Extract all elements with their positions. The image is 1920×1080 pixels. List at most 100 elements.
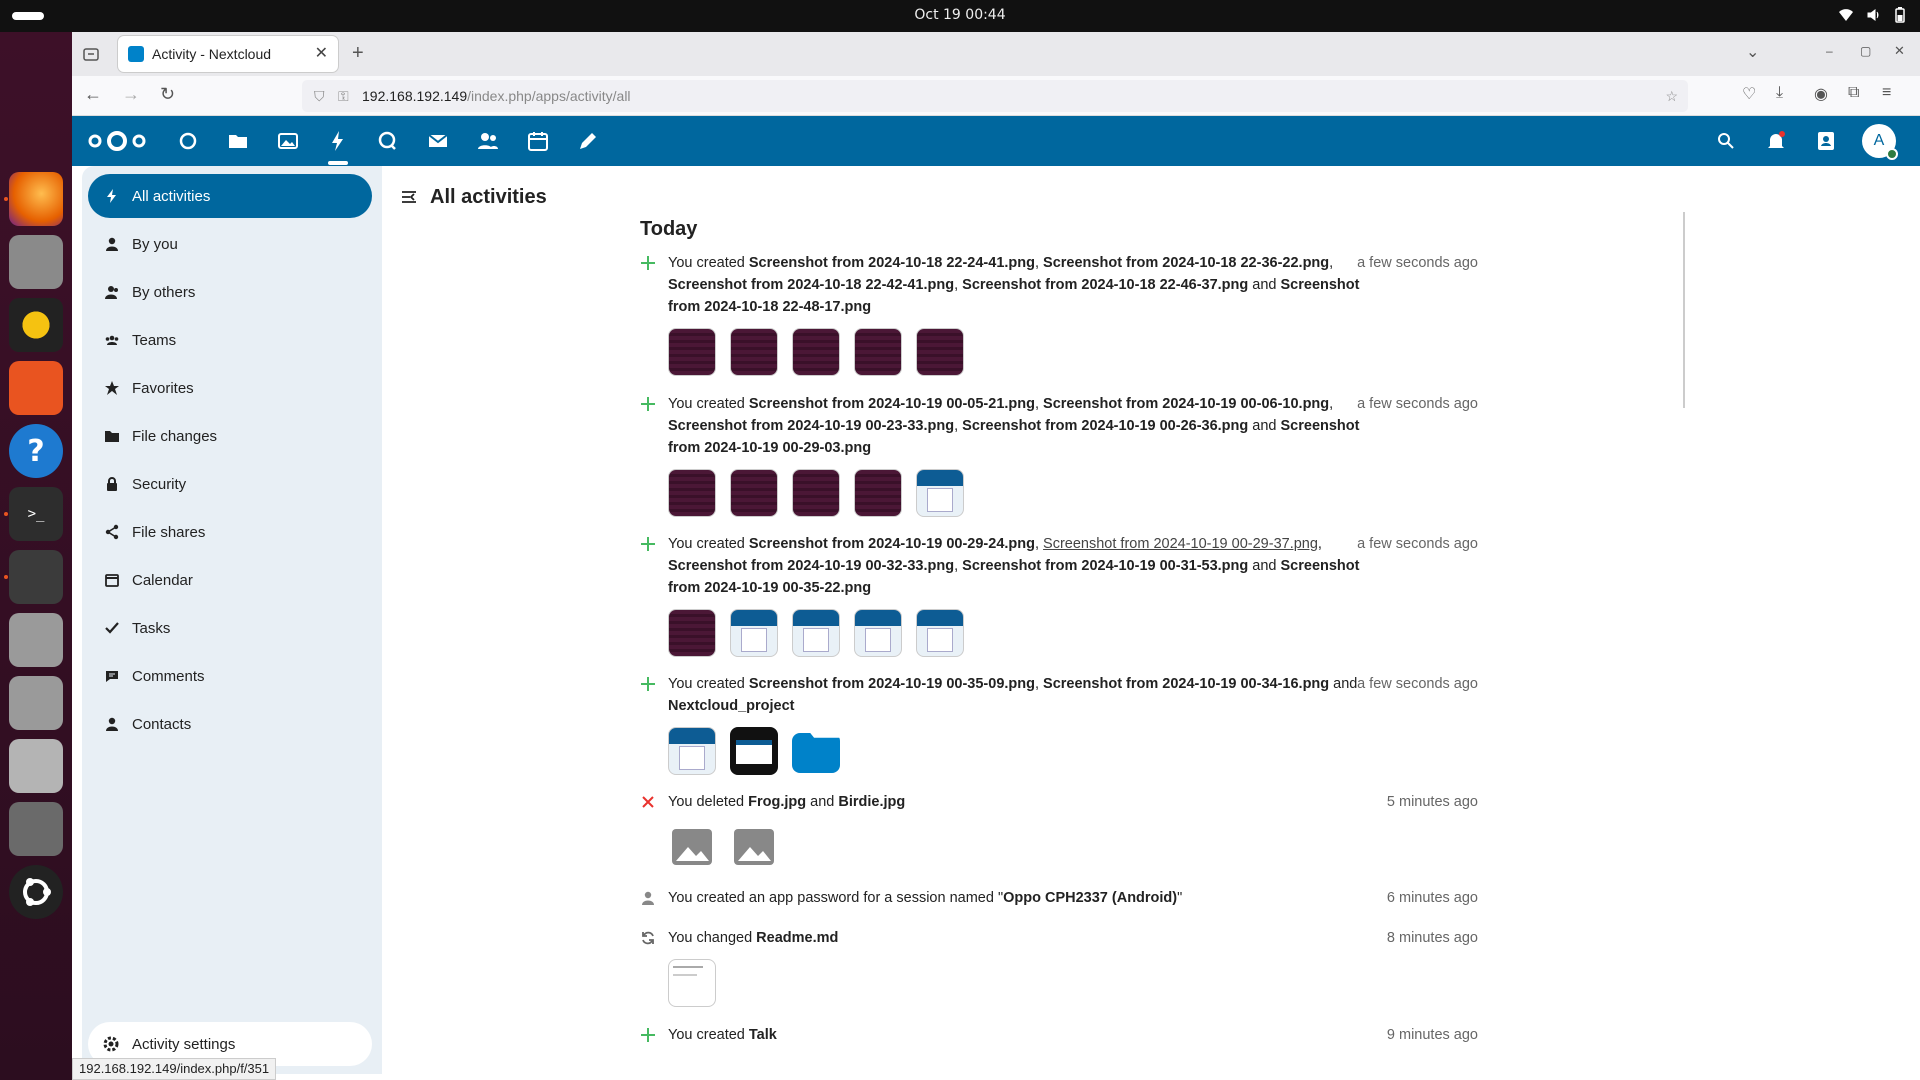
photos-icon[interactable]	[276, 129, 300, 153]
file-link[interactable]: Screenshot from 2024-10-18 22-24-41.png	[749, 255, 1035, 271]
window-close-icon[interactable]: ✕	[1894, 43, 1905, 59]
folder-thumbnail[interactable]	[792, 733, 840, 773]
image-placeholder-icon[interactable]	[668, 823, 716, 871]
dashboard-icon[interactable]	[176, 129, 200, 153]
activity-timestamp[interactable]: 9 minutes ago	[1340, 1024, 1478, 1046]
sidebar-item-comments[interactable]: Comments	[88, 654, 372, 698]
file-thumbnail[interactable]	[668, 469, 716, 517]
url-bar[interactable]: ⛉ ⚿ 192.168.192.149/index.php/apps/activ…	[302, 80, 1688, 112]
user-avatar[interactable]: A	[1862, 124, 1898, 160]
files-icon[interactable]	[9, 235, 63, 289]
sidebar-item-all-activities[interactable]: All activities	[88, 174, 372, 218]
file-link[interactable]: Screenshot from 2024-10-19 00-26-36.png	[962, 418, 1248, 434]
pocket-icon[interactable]: ♡	[1742, 84, 1756, 104]
file-link[interactable]: Screenshot from 2024-10-18 22-42-41.png	[668, 277, 954, 293]
file-thumbnail[interactable]	[792, 469, 840, 517]
software-updater-icon[interactable]	[9, 550, 63, 604]
maximize-icon[interactable]: ▢	[1860, 44, 1871, 58]
forward-icon[interactable]: →	[122, 84, 140, 105]
mail-icon[interactable]	[426, 129, 450, 153]
activity-icon[interactable]	[326, 129, 350, 153]
files-icon[interactable]	[226, 129, 250, 153]
file-link[interactable]: Screenshot from 2024-10-19 00-23-33.png	[668, 418, 954, 434]
tab-list-icon[interactable]: ⌄	[1746, 42, 1759, 62]
notifications-icon[interactable]	[1764, 129, 1788, 153]
activity-timestamp[interactable]: 5 minutes ago	[1340, 791, 1478, 813]
activity-timestamp[interactable]: a few seconds ago	[1340, 252, 1478, 274]
calendar-icon[interactable]	[526, 129, 550, 153]
app-center-icon[interactable]	[9, 361, 63, 415]
help-icon[interactable]: ?	[9, 424, 63, 478]
scrollbar[interactable]	[1683, 212, 1685, 408]
file-link[interactable]: Birdie.jpg	[838, 794, 905, 810]
activity-timestamp[interactable]: 6 minutes ago	[1340, 887, 1478, 909]
sidebar-item-security[interactable]: Security	[88, 462, 372, 506]
file-thumbnail[interactable]	[730, 727, 778, 775]
activity-timestamp[interactable]: 8 minutes ago	[1340, 927, 1478, 949]
file-thumbnail[interactable]	[916, 328, 964, 376]
close-tab-icon[interactable]: ✕	[315, 43, 328, 63]
file-thumbnail[interactable]	[792, 328, 840, 376]
file-thumbnail[interactable]	[730, 328, 778, 376]
file-link[interactable]: Screenshot from 2024-10-19 00-29-24.png	[749, 536, 1035, 552]
sidebar-item-calendar[interactable]: Calendar	[88, 558, 372, 602]
search-icon[interactable]	[1714, 129, 1738, 153]
drive-icon[interactable]	[9, 676, 63, 730]
file-link[interactable]: Screenshot from 2024-10-19 00-35-09.png	[749, 676, 1035, 692]
file-link[interactable]: Screenshot from 2024-10-19 00-06-10.png	[1043, 396, 1329, 412]
file-thumbnail[interactable]	[730, 469, 778, 517]
activity-timestamp[interactable]: a few seconds ago	[1340, 393, 1478, 415]
talk-icon[interactable]	[376, 129, 400, 153]
sidebar-item-teams[interactable]: Teams	[88, 318, 372, 362]
reload-icon[interactable]: ↻	[160, 84, 175, 105]
file-thumbnail[interactable]	[668, 328, 716, 376]
minimize-icon[interactable]: –	[1826, 44, 1833, 58]
contacts-icon[interactable]	[476, 129, 500, 153]
menu-icon[interactable]: ≡	[1882, 84, 1891, 102]
file-link[interactable]: Nextcloud_project	[668, 698, 795, 714]
sidebar-item-by-others[interactable]: By others	[88, 270, 372, 314]
profile-icon[interactable]: ◉	[1814, 84, 1828, 104]
trash-icon[interactable]	[9, 802, 63, 856]
file-link[interactable]: Frog.jpg	[748, 794, 806, 810]
file-link[interactable]: Readme.md	[756, 930, 838, 946]
sidebar-item-tasks[interactable]: Tasks	[88, 606, 372, 650]
back-icon[interactable]: ←	[84, 84, 102, 105]
sidebar-item-file-shares[interactable]: File shares	[88, 510, 372, 554]
file-link[interactable]: Screenshot from 2024-10-18 22-36-22.png	[1043, 255, 1329, 271]
bookmark-star-icon[interactable]: ☆	[1665, 80, 1678, 112]
terminal-icon[interactable]: >_	[9, 487, 63, 541]
file-thumbnail[interactable]	[854, 469, 902, 517]
file-thumbnail[interactable]	[668, 727, 716, 775]
file-thumbnail[interactable]	[854, 609, 902, 657]
file-link[interactable]: Screenshot from 2024-10-19 00-31-53.png	[962, 558, 1248, 574]
sidebar-item-contacts[interactable]: Contacts	[88, 702, 372, 746]
text-editor-icon[interactable]	[9, 739, 63, 793]
file-thumbnail[interactable]	[854, 328, 902, 376]
image-placeholder-icon[interactable]	[730, 823, 778, 871]
activity-timestamp[interactable]: a few seconds ago	[1340, 533, 1478, 555]
file-link[interactable]: Screenshot from 2024-10-19 00-05-21.png	[749, 396, 1035, 412]
toggle-navigation-icon[interactable]	[400, 188, 418, 206]
file-thumbnail[interactable]	[792, 609, 840, 657]
file-link[interactable]: Oppo CPH2337 (Android)	[1003, 890, 1177, 906]
activity-timestamp[interactable]: a few seconds ago	[1340, 673, 1478, 695]
rhythmbox-icon[interactable]	[9, 298, 63, 352]
sidebar-item-by-you[interactable]: By you	[88, 222, 372, 266]
downloads-icon[interactable]: ⤓	[1776, 84, 1783, 102]
new-tab-icon[interactable]: +	[352, 42, 364, 65]
file-thumbnail[interactable]	[916, 469, 964, 517]
file-thumbnail[interactable]	[730, 609, 778, 657]
file-thumbnail[interactable]	[916, 609, 964, 657]
sidebar-item-favorites[interactable]: Favorites	[88, 366, 372, 410]
shield-icon[interactable]: ⛉	[314, 80, 325, 112]
file-link[interactable]: Screenshot from 2024-10-19 00-32-33.png	[668, 558, 954, 574]
browser-tab[interactable]: Activity - Nextcloud ✕	[118, 36, 338, 72]
file-link[interactable]: Screenshot from 2024-10-19 00-34-16.png	[1043, 676, 1329, 692]
system-clock[interactable]: Oct 19 00:44	[0, 0, 1920, 30]
file-link[interactable]: Screenshot from 2024-10-19 00-29-37.png	[1043, 536, 1318, 552]
document-thumbnail[interactable]	[668, 959, 716, 1007]
sidebar-item-file-changes[interactable]: File changes	[88, 414, 372, 458]
drive-icon[interactable]	[9, 613, 63, 667]
ubuntu-icon[interactable]	[9, 865, 63, 919]
